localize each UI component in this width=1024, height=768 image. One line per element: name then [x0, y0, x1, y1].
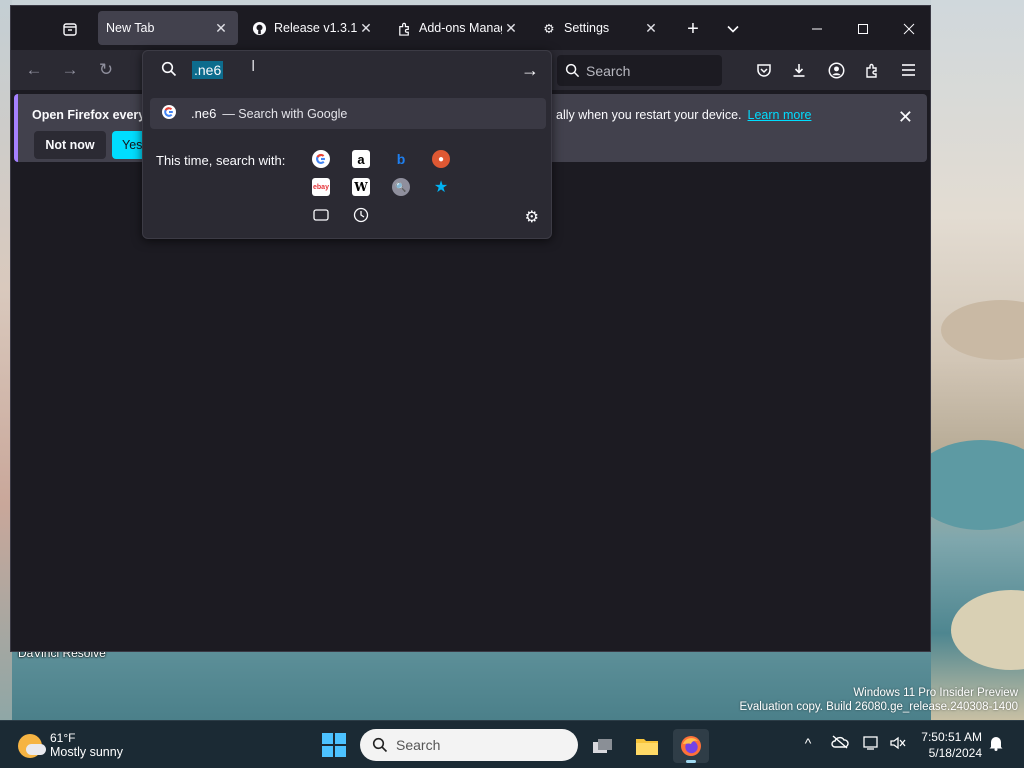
watermark-line-1: Windows 11 Pro Insider Preview	[853, 687, 1018, 699]
reload-icon[interactable]: ↻	[93, 57, 119, 83]
new-tab-button[interactable]: +	[681, 17, 705, 41]
minimize-button[interactable]	[805, 17, 829, 41]
toolbar-search-box[interactable]: Search	[557, 55, 722, 86]
github-icon	[251, 20, 267, 36]
notification-title: Open Firefox every	[32, 108, 146, 122]
watermark-line-2: Evaluation copy. Build 26080.ge_release.…	[739, 701, 1018, 713]
google-icon	[161, 104, 177, 123]
close-icon[interactable]: ✕	[502, 20, 520, 37]
history-icon[interactable]	[352, 206, 370, 224]
close-icon[interactable]: ✕	[357, 20, 375, 37]
tab-addons[interactable]: Add-ons Manag ✕	[388, 11, 528, 45]
search-icon	[372, 737, 388, 753]
close-icon[interactable]: ✕	[642, 20, 660, 37]
tabs-icon[interactable]	[312, 206, 330, 224]
weather-description: Mostly sunny	[50, 745, 123, 759]
search-icon	[161, 61, 177, 82]
clock-date: 5/18/2024	[928, 746, 982, 760]
tab-bar: New Tab ✕ Release v1.3.1.2 ✕ Add-ons Man…	[11, 6, 930, 50]
shore-shape	[951, 590, 1024, 670]
bookmarks-star-icon[interactable]: ★	[432, 178, 450, 196]
tab-title: Settings	[564, 21, 610, 35]
show-hidden-icons-chevron-up-icon[interactable]: ^	[798, 735, 818, 751]
taskbar-search-placeholder: Search	[396, 737, 441, 753]
ebay-icon[interactable]: ebay	[312, 178, 330, 196]
windows-watermark: Windows 11 Pro Insider Preview Evaluatio…	[739, 686, 1018, 714]
volume-muted-icon[interactable]	[888, 735, 908, 754]
list-all-tabs-button[interactable]	[721, 17, 745, 41]
puzzle-icon	[396, 20, 412, 36]
search-suggestion-row[interactable]: .ne6 — Search with Google	[150, 98, 546, 129]
menu-icon[interactable]	[895, 57, 921, 83]
suggestion-query: .ne6	[191, 106, 217, 121]
google-icon[interactable]	[312, 150, 330, 168]
weather-sun-cloud-icon	[18, 733, 46, 758]
hill-shape	[941, 300, 1024, 360]
extensions-icon[interactable]	[859, 57, 885, 83]
notification-bell-icon[interactable]	[986, 735, 1006, 754]
tab-new-tab[interactable]: New Tab ✕	[98, 11, 238, 45]
notification-text: ally when you restart your device. Learn …	[556, 108, 811, 122]
file-explorer-icon[interactable]	[629, 729, 665, 763]
downloads-icon[interactable]	[786, 57, 812, 83]
weather-widget[interactable]: 61°F Mostly sunny	[18, 731, 123, 760]
account-icon[interactable]	[823, 57, 849, 83]
clock-time: 7:50:51 AM	[921, 730, 982, 744]
close-window-button[interactable]	[897, 17, 921, 41]
firefox-taskbar-icon[interactable]	[673, 729, 709, 763]
urlbar-dropdown: .ne6 I → .ne6 — Search with Google This …	[142, 50, 552, 239]
display-icon[interactable]	[862, 735, 882, 754]
pocket-icon[interactable]	[751, 57, 777, 83]
close-icon[interactable]: ✕	[898, 107, 913, 128]
go-arrow-icon[interactable]: →	[521, 60, 539, 81]
url-input[interactable]: .ne6 I →	[143, 51, 551, 89]
onedrive-icon[interactable]	[830, 735, 850, 752]
taskbar-search-box[interactable]: Search	[360, 729, 578, 761]
bing-icon[interactable]: b	[392, 150, 410, 168]
search-engine-icon[interactable]: 🔍	[392, 178, 410, 196]
url-input-value: .ne6	[192, 61, 224, 79]
text-cursor-icon: I	[251, 58, 256, 75]
tab-title: Add-ons Manag	[419, 21, 502, 35]
tab-release[interactable]: Release v1.3.1.2 ✕	[243, 11, 383, 45]
back-arrow-icon[interactable]: ←	[21, 57, 47, 83]
windows-start-icon[interactable]	[322, 733, 346, 757]
suggestion-action: — Search with Google	[222, 106, 348, 121]
search-icon	[565, 63, 580, 78]
close-icon[interactable]: ✕	[212, 20, 230, 37]
notification-message: ally when you restart your device.	[556, 108, 742, 122]
firefox-view-icon[interactable]	[58, 17, 82, 41]
tab-settings[interactable]: ⚙ Settings ✕	[533, 11, 668, 45]
toolbar-search-placeholder: Search	[586, 62, 631, 79]
tab-title: Release v1.3.1.2	[274, 21, 357, 35]
learn-more-link[interactable]: Learn more	[748, 108, 812, 122]
weather-temperature: 61°F	[50, 731, 76, 745]
search-settings-gear-icon[interactable]: ⚙	[525, 207, 539, 227]
wikipedia-icon[interactable]: W	[352, 178, 370, 196]
forward-arrow-icon[interactable]: →	[57, 57, 83, 83]
this-time-search-label: This time, search with:	[156, 153, 286, 168]
tab-title: New Tab	[106, 21, 155, 35]
maximize-button[interactable]	[851, 17, 875, 41]
desktop-right-strip	[911, 0, 1024, 720]
duckduckgo-icon[interactable]: ●	[432, 150, 450, 168]
active-indicator	[686, 760, 696, 763]
windows-taskbar: 61°F Mostly sunny Search ^ 7:50:51 AM 5/…	[0, 720, 1024, 768]
system-clock[interactable]: 7:50:51 AM 5/18/2024	[918, 729, 982, 761]
task-view-icon[interactable]	[585, 729, 621, 763]
gear-icon: ⚙	[543, 21, 555, 36]
not-now-button[interactable]: Not now	[34, 131, 106, 159]
amazon-icon[interactable]: a	[352, 150, 370, 168]
